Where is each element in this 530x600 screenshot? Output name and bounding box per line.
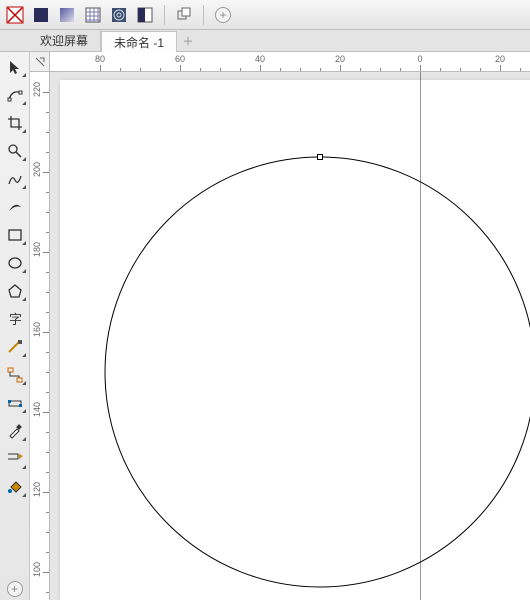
dropper-tool[interactable] — [3, 420, 27, 442]
zoom-tool[interactable] — [3, 140, 27, 162]
tab-welcome[interactable]: 欢迎屏幕 — [28, 30, 101, 51]
canvas-area[interactable]: 80604020020 220200180160140120100 — [30, 52, 530, 600]
interactive-tool[interactable] — [3, 392, 27, 414]
svg-text:字: 字 — [9, 312, 22, 327]
freehand-tool[interactable] — [3, 168, 27, 190]
ruler-vertical[interactable]: 220200180160140120100 — [30, 72, 50, 600]
workspace: 字 + 80604020020 220200180160140120100 — [0, 52, 530, 600]
text-tool[interactable]: 字 — [3, 308, 27, 330]
no-fill-icon[interactable] — [4, 4, 26, 26]
fill-tool[interactable] — [3, 476, 27, 498]
ellipse-tool[interactable] — [3, 252, 27, 274]
toolbox-add[interactable]: + — [3, 578, 27, 600]
ruler-origin[interactable] — [30, 52, 50, 72]
texture-fill-icon[interactable] — [108, 4, 130, 26]
artistic-media-tool[interactable] — [3, 196, 27, 218]
tab-untitled[interactable]: 未命名 -1 — [101, 31, 177, 52]
toolbox: 字 + — [0, 52, 30, 600]
solid-fill-icon[interactable] — [30, 4, 52, 26]
add-preset-icon[interactable]: + — [212, 4, 234, 26]
two-color-fill-icon[interactable] — [134, 4, 156, 26]
ellipse-shape[interactable] — [50, 72, 530, 600]
ruler-horizontal[interactable]: 80604020020 — [50, 52, 530, 72]
pick-tool[interactable] — [3, 56, 27, 78]
dimension-tool[interactable] — [3, 336, 27, 358]
shape-tool[interactable] — [3, 84, 27, 106]
connector-tool[interactable] — [3, 364, 27, 386]
pattern-fill-icon[interactable] — [82, 4, 104, 26]
fountain-fill-icon[interactable] — [56, 4, 78, 26]
separator — [164, 5, 165, 25]
tab-add[interactable]: ＋ — [177, 30, 199, 51]
outline-tool[interactable] — [3, 448, 27, 470]
tab-label: 欢迎屏幕 — [40, 32, 88, 49]
separator — [203, 5, 204, 25]
copy-fill-icon[interactable] — [173, 4, 195, 26]
crop-tool[interactable] — [3, 112, 27, 134]
document-tabbar: 欢迎屏幕 未命名 -1 ＋ — [0, 30, 530, 52]
rectangle-tool[interactable] — [3, 224, 27, 246]
tab-label: 未命名 -1 — [114, 34, 164, 51]
fill-toolbar: + — [0, 0, 530, 30]
polygon-tool[interactable] — [3, 280, 27, 302]
